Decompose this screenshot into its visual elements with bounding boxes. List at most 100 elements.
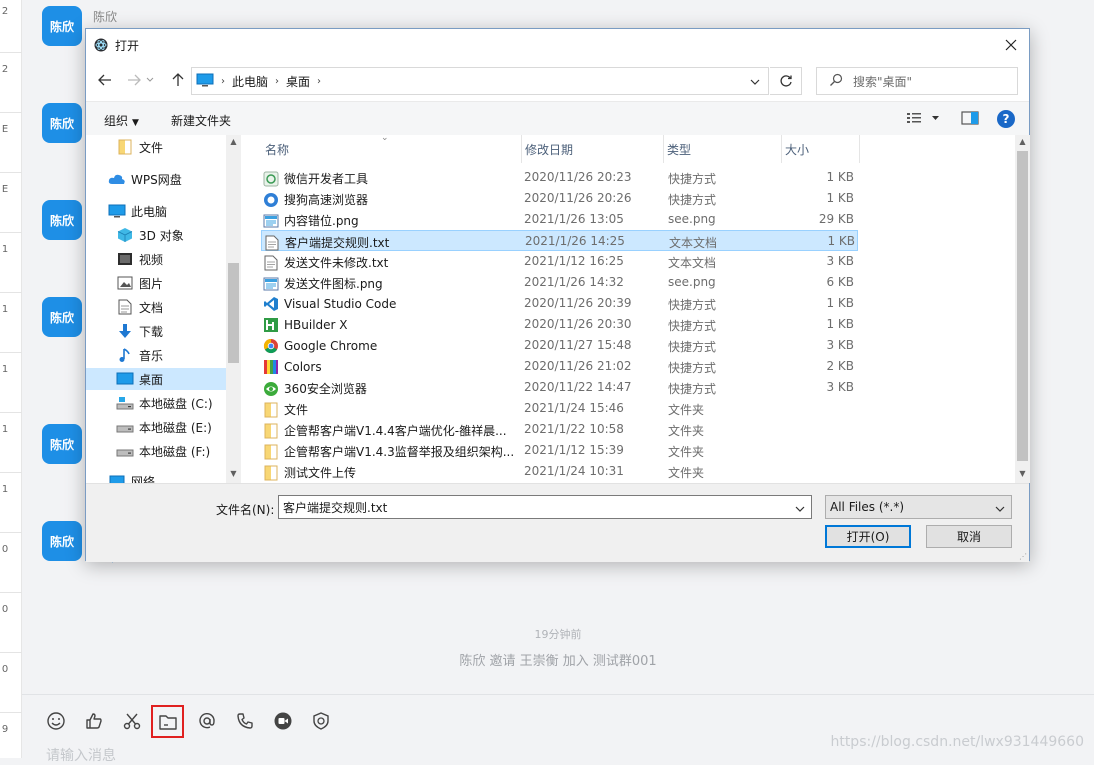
column-header-date[interactable]: 修改日期: [521, 135, 665, 163]
file-type: see.png: [668, 275, 716, 289]
nav-item-label: 本地磁盘 (C:): [139, 396, 213, 411]
scroll-up-icon[interactable]: ▲: [228, 137, 239, 149]
file-row[interactable]: 企管帮客户端V1.4.4客户端优化-雒祥晨... 2021/1/22 10:58…: [261, 419, 858, 440]
back-arrow-icon[interactable]: [95, 70, 115, 90]
file-row[interactable]: 360安全浏览器 2020/11/22 14:47 快捷方式 3 KB: [261, 377, 858, 398]
avatar[interactable]: 陈欣: [42, 521, 82, 561]
nav-item-documents[interactable]: 文档: [116, 296, 226, 318]
view-options-icon[interactable]: [906, 110, 942, 129]
emoji-icon[interactable]: [44, 709, 68, 733]
file-row[interactable]: Colors 2020/11/26 21:02 快捷方式 2 KB: [261, 356, 858, 377]
column-divider[interactable]: [859, 135, 860, 163]
folder-icon: [263, 444, 279, 460]
avatar[interactable]: 陈欣: [42, 6, 82, 46]
scroll-up-icon[interactable]: ▲: [1017, 137, 1028, 149]
thumbs-up-icon[interactable]: [82, 709, 106, 733]
avatar[interactable]: 陈欣: [42, 103, 82, 143]
file-row[interactable]: 测试文件上传 2021/1/24 10:31 文件夹: [261, 461, 858, 482]
navigation-scrollbar[interactable]: ▲ ▼: [226, 135, 241, 483]
shield-icon[interactable]: [309, 709, 333, 733]
file-list-scrollbar[interactable]: ▲ ▼: [1015, 135, 1030, 483]
nav-item-drive-c[interactable]: 本地磁盘 (C:): [116, 392, 226, 414]
nav-item-pictures[interactable]: 图片: [116, 272, 226, 294]
video-icon[interactable]: [271, 709, 295, 733]
file-type-filter[interactable]: All Files (*.*): [825, 495, 1012, 519]
computer-icon: [196, 73, 214, 90]
nav-item-network[interactable]: 网络: [108, 470, 226, 483]
up-arrow-icon[interactable]: [168, 70, 188, 90]
nav-item-downloads[interactable]: 下载: [116, 320, 226, 342]
avatar[interactable]: 陈欣: [42, 297, 82, 337]
message-input[interactable]: 请输入消息: [46, 745, 116, 765]
file-row[interactable]: 内容错位.png 2021/1/26 13:05 see.png 29 KB: [261, 209, 858, 230]
nav-item-3d-objects[interactable]: 3D 对象: [116, 224, 226, 246]
nav-item-drive-f[interactable]: 本地磁盘 (F:): [116, 440, 226, 462]
cancel-button[interactable]: 取消: [926, 525, 1012, 548]
preview-pane-icon[interactable]: [961, 110, 979, 129]
file-row[interactable]: 搜狗高速浏览器 2020/11/26 20:26 快捷方式 1 KB: [261, 188, 858, 209]
nav-item-this-pc[interactable]: 此电脑: [108, 200, 226, 222]
nav-item-files[interactable]: 文件: [116, 136, 226, 158]
breadcrumb-chevron-icon[interactable]: ›: [275, 76, 279, 87]
file-row[interactable]: 文件 2021/1/24 15:46 文件夹: [261, 398, 858, 419]
new-folder-button[interactable]: 新建文件夹: [171, 112, 231, 129]
scrollbar-thumb[interactable]: [1017, 151, 1028, 461]
scissors-icon[interactable]: [120, 709, 144, 733]
nav-item-videos[interactable]: 视频: [116, 248, 226, 270]
nav-item-desktop[interactable]: 桌面: [86, 368, 226, 390]
file-name: 搜狗高速浏览器: [284, 193, 369, 207]
scroll-down-icon[interactable]: ▼: [1017, 469, 1028, 481]
open-button[interactable]: 打开(O): [825, 525, 911, 548]
image-file-icon: [263, 276, 279, 292]
file-row[interactable]: 微信开发者工具 2020/11/26 20:23 快捷方式 1 KB: [261, 167, 858, 188]
organize-menu[interactable]: 组织 ▼: [104, 112, 139, 129]
breadcrumb-chevron-icon[interactable]: ›: [221, 76, 225, 87]
address-bar[interactable]: › 此电脑 › 桌面 ›: [191, 67, 769, 95]
breadcrumb-chevron-icon[interactable]: ›: [317, 76, 321, 87]
recent-locations-chevron-icon[interactable]: [144, 70, 156, 90]
avatar[interactable]: 陈欣: [42, 200, 82, 240]
chevron-down-icon[interactable]: [750, 75, 760, 89]
nav-item-music[interactable]: 音乐: [116, 344, 226, 366]
chevron-down-icon[interactable]: [795, 502, 805, 516]
file-row[interactable]: Google Chrome 2020/11/27 15:48 快捷方式 3 KB: [261, 335, 858, 356]
scrollbar-thumb[interactable]: [228, 263, 239, 363]
column-header-name[interactable]: 名称: [261, 135, 521, 163]
file-type: 快捷方式: [668, 340, 717, 354]
nav-item-label: 网络: [131, 474, 156, 484]
breadcrumb-this-pc[interactable]: 此电脑: [232, 73, 268, 90]
chevron-down-icon[interactable]: [995, 502, 1005, 516]
nav-item-label: 文件: [139, 140, 164, 155]
forward-arrow-icon[interactable]: [124, 70, 144, 90]
file-row[interactable]: HBuilder X 2020/11/26 20:30 快捷方式 1 KB: [261, 314, 858, 335]
at-icon[interactable]: [195, 709, 219, 733]
file-name-cell: 微信开发者工具: [263, 170, 368, 187]
breadcrumb-desktop[interactable]: 桌面: [286, 73, 310, 90]
file-row-selected[interactable]: 客户端提交规则.txt 2021/1/26 14:25 文本文档 1 KB: [261, 230, 858, 251]
nav-item-wps-cloud[interactable]: WPS网盘: [108, 168, 226, 190]
help-icon[interactable]: ?: [997, 110, 1015, 128]
file-row[interactable]: 发送文件图标.png 2021/1/26 14:32 see.png 6 KB: [261, 272, 858, 293]
search-input[interactable]: 搜索"桌面": [816, 67, 1018, 95]
resize-grip-icon[interactable]: ⋰: [1019, 553, 1027, 561]
column-header-size[interactable]: 大小: [781, 135, 859, 163]
folder-icon[interactable]: [151, 705, 184, 738]
file-name: Google Chrome: [284, 339, 378, 353]
nav-item-label: 视频: [139, 252, 164, 267]
refresh-icon[interactable]: [770, 67, 802, 95]
file-row[interactable]: 企管帮客户端V1.4.3监督举报及组织架构... 2021/1/12 15:39…: [261, 440, 858, 461]
pictures-folder-icon: [116, 275, 134, 291]
phone-icon[interactable]: [233, 709, 257, 733]
app-logo-icon: [94, 38, 108, 55]
file-row[interactable]: 发送文件未修改.txt 2021/1/12 16:25 文本文档 3 KB: [261, 251, 858, 272]
dialog-titlebar[interactable]: 打开: [86, 29, 1029, 61]
close-icon[interactable]: [999, 33, 1023, 57]
strip-char: 2: [1, 6, 9, 17]
file-row[interactable]: Visual Studio Code 2020/11/26 20:39 快捷方式…: [261, 293, 858, 314]
column-header-type[interactable]: 类型: [663, 135, 781, 163]
filename-input[interactable]: 客户端提交规则.txt: [278, 495, 812, 519]
nav-item-drive-e[interactable]: 本地磁盘 (E:): [116, 416, 226, 438]
avatar[interactable]: 陈欣: [42, 424, 82, 464]
scroll-down-icon[interactable]: ▼: [228, 469, 239, 481]
file-size: 3 KB: [826, 254, 854, 268]
